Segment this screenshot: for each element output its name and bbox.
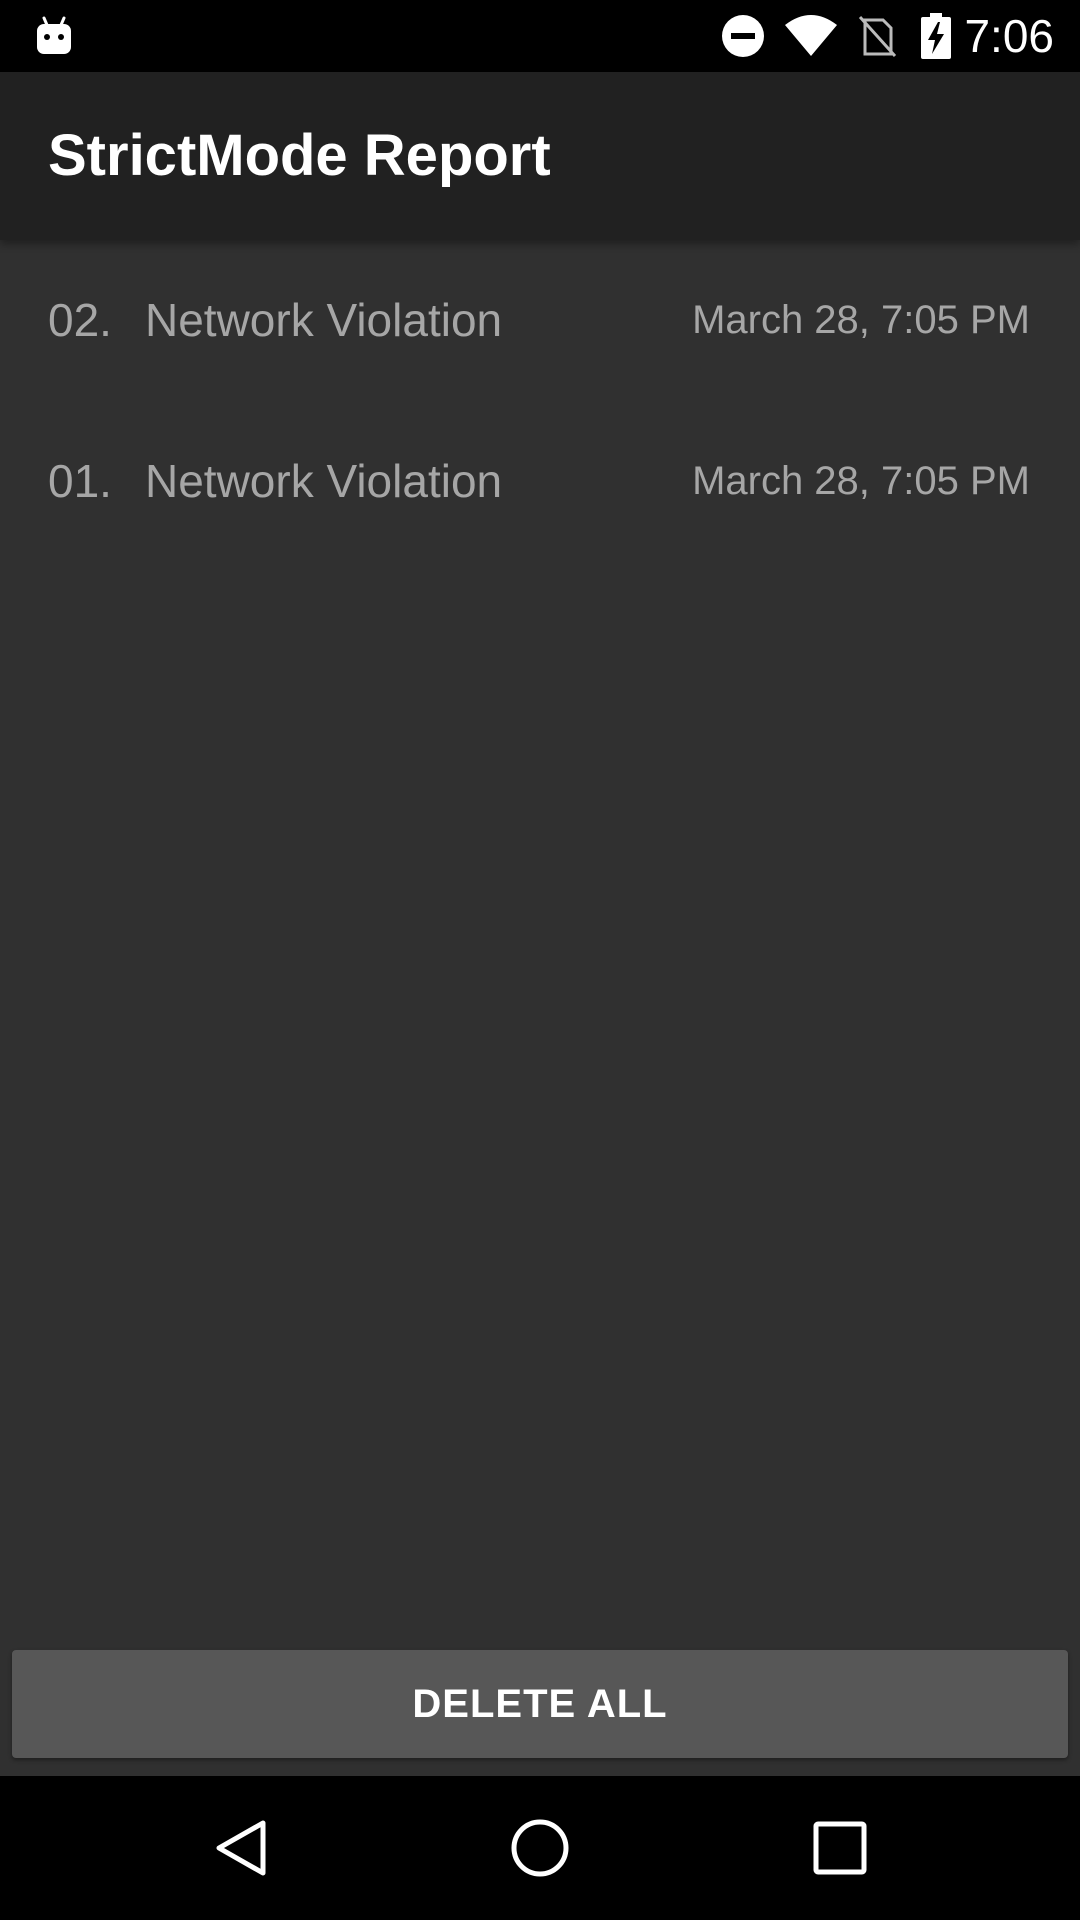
home-icon[interactable] [480, 1776, 600, 1920]
page-title: StrictMode Report [48, 123, 551, 188]
status-time: 7:06 [964, 10, 1054, 62]
item-title: Network Violation [145, 294, 503, 346]
list-item[interactable]: 01. Network Violation March 28, 7:05 PM [0, 401, 1080, 562]
back-icon[interactable] [181, 1776, 301, 1920]
no-sim-icon [856, 0, 898, 72]
recents-icon[interactable] [780, 1776, 900, 1920]
item-index: 01. [48, 455, 112, 507]
item-index: 02. [48, 294, 112, 346]
item-date: March 28, 7:05 PM [692, 298, 1030, 342]
list-item[interactable]: 02. Network Violation March 28, 7:05 PM [0, 240, 1080, 401]
battery-charging-icon [918, 0, 954, 72]
delete-all-button[interactable]: DELETE ALL [12, 1650, 1068, 1758]
item-title: Network Violation [145, 455, 503, 507]
item-date: March 28, 7:05 PM [692, 459, 1030, 503]
do-not-disturb-icon [720, 0, 766, 72]
navigation-bar [0, 1776, 1080, 1920]
app-bar: StrictMode Report [0, 72, 1080, 240]
android-notification-icon [34, 0, 74, 72]
status-bar: 7:06 [0, 0, 1080, 72]
wifi-icon [782, 0, 840, 72]
screen: 7:06 StrictMode Report 02. Network Viola… [0, 0, 1080, 1920]
violation-list: 02. Network Violation March 28, 7:05 PM … [0, 240, 1080, 562]
